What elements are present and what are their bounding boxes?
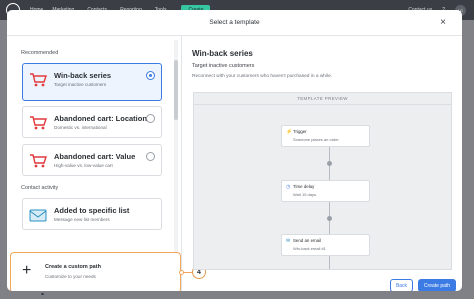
section-title-recommended: Recommended	[21, 50, 59, 56]
step-subtitle: Win-back email #1	[293, 246, 326, 251]
scrollbar[interactable]	[174, 40, 178, 260]
envelope-icon: ✉	[286, 238, 291, 244]
create-custom-path-card[interactable]: + Create a custom path Customize to your…	[10, 252, 181, 291]
card-title: Abandoned cart: Location	[54, 114, 147, 123]
card-subtitle: Domestic vs. international	[54, 125, 107, 130]
detail-title: Win-back series	[192, 49, 253, 58]
template-detail: Win-back series Target inactive customer…	[183, 36, 462, 291]
flow-step-time-delay: ◷ Time delay Wait 15 days	[281, 180, 370, 202]
template-list: Recommended Win-back series Target inact…	[7, 36, 206, 291]
template-card-abandoned-location[interactable]: Abandoned cart: Location Domestic vs. in…	[22, 106, 162, 138]
step-subtitle: Someone places an order	[293, 137, 339, 142]
flow-node	[327, 216, 332, 221]
card-subtitle: Message new list members	[54, 217, 110, 222]
card-subtitle: High-value vs. low-value cart	[54, 163, 113, 168]
card-subtitle: Target inactive customers	[54, 82, 107, 87]
close-icon[interactable]: ×	[438, 18, 448, 28]
flow-node	[327, 161, 332, 166]
custom-path-title: Create a custom path	[45, 264, 101, 270]
radio-unselected[interactable]	[146, 152, 155, 161]
step-subtitle: Wait 15 days	[293, 192, 316, 197]
modal-title: Select a template	[209, 19, 260, 26]
section-title-contact-activity: Contact activity	[21, 185, 59, 191]
preview-label: TEMPLATE PREVIEW	[194, 93, 451, 105]
step-title: Time delay	[293, 184, 315, 189]
scroll-thumb[interactable]	[174, 60, 178, 120]
custom-path-subtitle: Customize to your needs	[45, 274, 96, 279]
radio-selected[interactable]	[146, 71, 155, 80]
step-title: Trigger	[293, 129, 307, 134]
card-title: Abandoned cart: Value	[54, 152, 136, 161]
back-button[interactable]: Back	[390, 279, 413, 291]
cart-icon	[30, 73, 47, 87]
template-card-win-back[interactable]: Win-back series Target inactive customer…	[22, 63, 162, 101]
flow-step-send-email: ✉ Send an email Win-back email #1	[281, 234, 370, 256]
detail-subtitle: Target inactive customers	[192, 63, 255, 69]
clock-icon: ◷	[286, 184, 291, 190]
detail-description: Reconnect with your customers who haven'…	[192, 74, 333, 79]
bolt-icon: ⚡	[286, 129, 293, 135]
select-template-modal: Select a template × Recommended Win-back…	[7, 10, 462, 291]
card-title: Added to specific list	[54, 206, 130, 215]
plus-icon: +	[22, 262, 32, 279]
radio-unselected[interactable]	[146, 114, 155, 123]
envelope-icon	[29, 209, 47, 222]
flow-step-trigger: ⚡ Trigger Someone places an order	[281, 125, 370, 147]
cart-icon	[30, 116, 47, 130]
create-path-button[interactable]: Create path	[418, 279, 456, 291]
modal-header: Select a template ×	[7, 10, 462, 36]
step-title: Send an email	[293, 238, 322, 243]
card-title: Win-back series	[54, 71, 112, 80]
template-card-abandoned-value[interactable]: Abandoned cart: Value High-value vs. low…	[22, 144, 162, 176]
template-card-added-to-list[interactable]: Added to specific list Message new list …	[22, 198, 162, 230]
link-icon: ⚭	[40, 292, 46, 298]
template-preview: TEMPLATE PREVIEW ⚡ Trigger Someone place…	[193, 92, 452, 270]
flow-connector	[329, 256, 330, 269]
cart-icon	[30, 154, 47, 168]
